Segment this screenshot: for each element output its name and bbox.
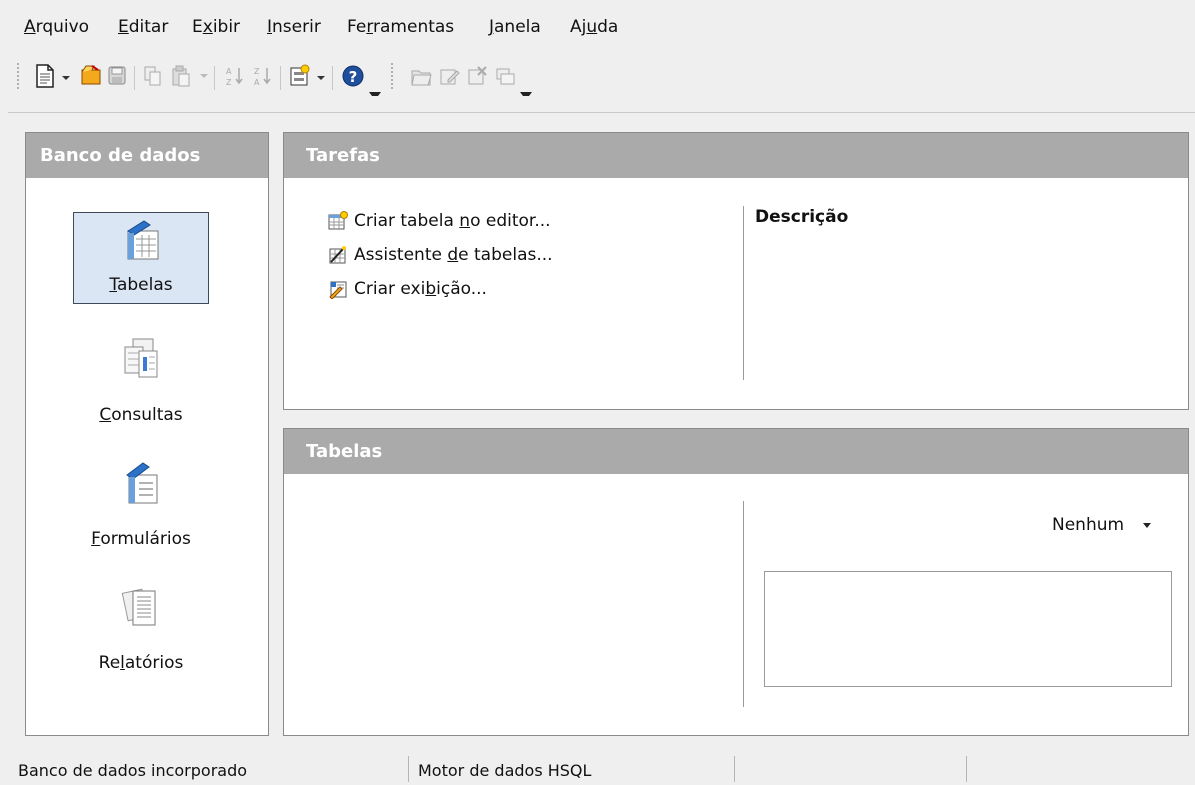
form-icon[interactable] [288, 64, 310, 88]
open-db-object-icon[interactable] [410, 64, 432, 88]
tasks-panel: Tarefas Criar tabela no editor... Assist… [283, 132, 1189, 410]
toolbar-grip[interactable] [390, 62, 394, 90]
form-dropdown-arrow[interactable] [317, 76, 325, 80]
edit-icon[interactable] [438, 64, 460, 88]
paste-dropdown-arrow[interactable] [200, 74, 208, 78]
sort-descending-icon[interactable]: Z A [252, 64, 274, 88]
svg-text:A: A [226, 67, 232, 76]
task-label: Criar exibição... [354, 279, 487, 299]
nav-label-relatorios: Relatórios [98, 653, 184, 673]
delete-icon[interactable] [466, 64, 488, 88]
status-divider [966, 756, 967, 782]
menu-editar[interactable]: Editar [118, 15, 168, 39]
nav-item-relatorios[interactable]: Relatórios [73, 585, 209, 677]
tables-panel: Tabelas Nenhum [283, 428, 1189, 736]
toolbar-separator [280, 66, 281, 90]
reports-icon [121, 588, 156, 626]
nav-panel-title: Banco de dados [26, 133, 268, 178]
tasks-divider [743, 206, 744, 380]
save-icon[interactable] [106, 64, 128, 88]
toolbar: A Z Z A ? [8, 46, 1195, 113]
tables-icon [127, 220, 159, 260]
toolbar-overflow-button[interactable] [369, 92, 381, 96]
tasks-panel-title: Tarefas [284, 133, 1188, 178]
database-nav-panel: Banco de dados Tabelas Consultas Formulá… [25, 132, 269, 736]
open-folder-icon[interactable] [80, 64, 102, 88]
table-design-icon [328, 211, 348, 230]
svg-text:Z: Z [226, 78, 232, 87]
tables-panel-title: Tabelas [284, 429, 1188, 474]
description-label: Descrição [755, 207, 849, 227]
view-design-icon [329, 281, 347, 299]
copy-icon[interactable] [142, 64, 164, 88]
toolbar-grip[interactable] [16, 62, 20, 90]
rename-icon[interactable] [494, 64, 516, 88]
preview-select[interactable]: Nenhum [1052, 515, 1152, 535]
new-document-icon[interactable] [34, 64, 56, 88]
nav-label-consultas: Consultas [99, 405, 183, 425]
menu-ferramentas[interactable]: Ferramentas [347, 15, 454, 39]
tables-divider [743, 501, 744, 707]
preview-select-value: Nenhum [1052, 515, 1125, 535]
chevron-down-icon [1143, 522, 1152, 528]
menu-janela[interactable]: Janela [489, 15, 541, 39]
menu-exibir[interactable]: Exibir [192, 15, 240, 39]
nav-label-tabelas: Tabelas [109, 275, 173, 295]
help-icon[interactable]: ? [342, 64, 364, 88]
toolbar-separator [332, 66, 333, 90]
toolbar-overflow-button[interactable] [520, 92, 532, 96]
new-dropdown-arrow[interactable] [62, 76, 70, 80]
queries-icon [124, 338, 158, 378]
toolbar-separator [134, 66, 135, 90]
status-engine: Motor de dados HSQL [418, 761, 592, 780]
nav-item-consultas[interactable]: Consultas [73, 337, 209, 429]
menu-arquivo[interactable]: Arquivo [24, 15, 89, 39]
menu-inserir[interactable]: Inserir [267, 15, 321, 39]
svg-text:A: A [254, 78, 260, 87]
status-bar: Banco de dados incorporado Motor de dado… [0, 744, 1195, 785]
toolbar-separator [214, 66, 215, 90]
task-label: Criar tabela no editor... [354, 211, 551, 231]
svg-text:?: ? [349, 68, 358, 86]
status-db-type: Banco de dados incorporado [18, 761, 248, 780]
status-divider [408, 756, 409, 782]
preview-area [764, 571, 1172, 687]
nav-item-formularios[interactable]: Formulários [73, 461, 209, 553]
menu-ajuda[interactable]: Ajuda [570, 15, 618, 39]
sort-ascending-icon[interactable]: A Z [224, 64, 246, 88]
svg-text:Z: Z [254, 67, 260, 76]
table-wizard-icon [329, 246, 346, 264]
paste-icon[interactable] [170, 64, 192, 88]
task-label: Assistente de tabelas... [354, 245, 553, 265]
forms-icon [126, 462, 158, 504]
nav-label-formularios: Formulários [91, 529, 191, 549]
menu-bar: Arquivo Editar Exibir Inserir Ferramenta… [8, 0, 1195, 44]
status-divider [734, 756, 735, 782]
nav-item-tabelas[interactable]: Tabelas [73, 212, 209, 304]
